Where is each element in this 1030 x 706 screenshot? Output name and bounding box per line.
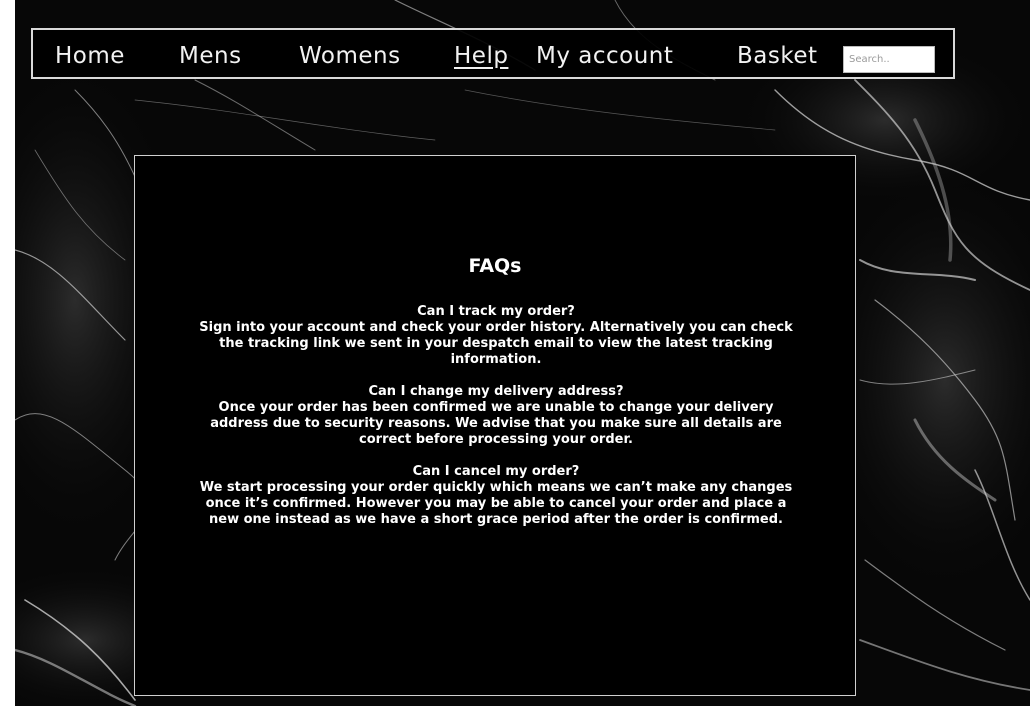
nav-link-mens[interactable]: Mens <box>179 42 242 70</box>
faq-answer: Once your order has been confirmed we ar… <box>210 400 782 447</box>
nav-link-home[interactable]: Home <box>55 42 125 70</box>
faq-item: Can I cancel my order? We start processi… <box>195 464 797 528</box>
faq-list: Can I track my order? Sign into your acc… <box>195 304 797 544</box>
faq-item: Can I track my order? Sign into your acc… <box>195 304 797 368</box>
nav-link-basket[interactable]: Basket <box>737 42 818 70</box>
nav-link-my-account[interactable]: My account <box>536 42 673 70</box>
main-nav: Home Mens Womens Help My account Basket <box>31 28 955 79</box>
faq-answer: We start processing your order quickly w… <box>199 480 793 527</box>
faq-question: Can I change my delivery address? <box>368 384 624 399</box>
faq-question: Can I cancel my order? <box>412 464 580 479</box>
faq-panel: FAQs Can I track my order? Sign into you… <box>134 155 856 696</box>
faq-question: Can I track my order? <box>417 304 575 319</box>
page: Home Mens Womens Help My account Basket … <box>15 0 1030 706</box>
faq-title: FAQs <box>468 255 522 277</box>
nav-link-womens[interactable]: Womens <box>299 42 401 70</box>
nav-link-help[interactable]: Help <box>454 42 508 70</box>
faq-item: Can I change my delivery address? Once y… <box>195 384 797 448</box>
faq-answer: Sign into your account and check your or… <box>199 320 793 367</box>
search-input[interactable] <box>843 46 935 73</box>
